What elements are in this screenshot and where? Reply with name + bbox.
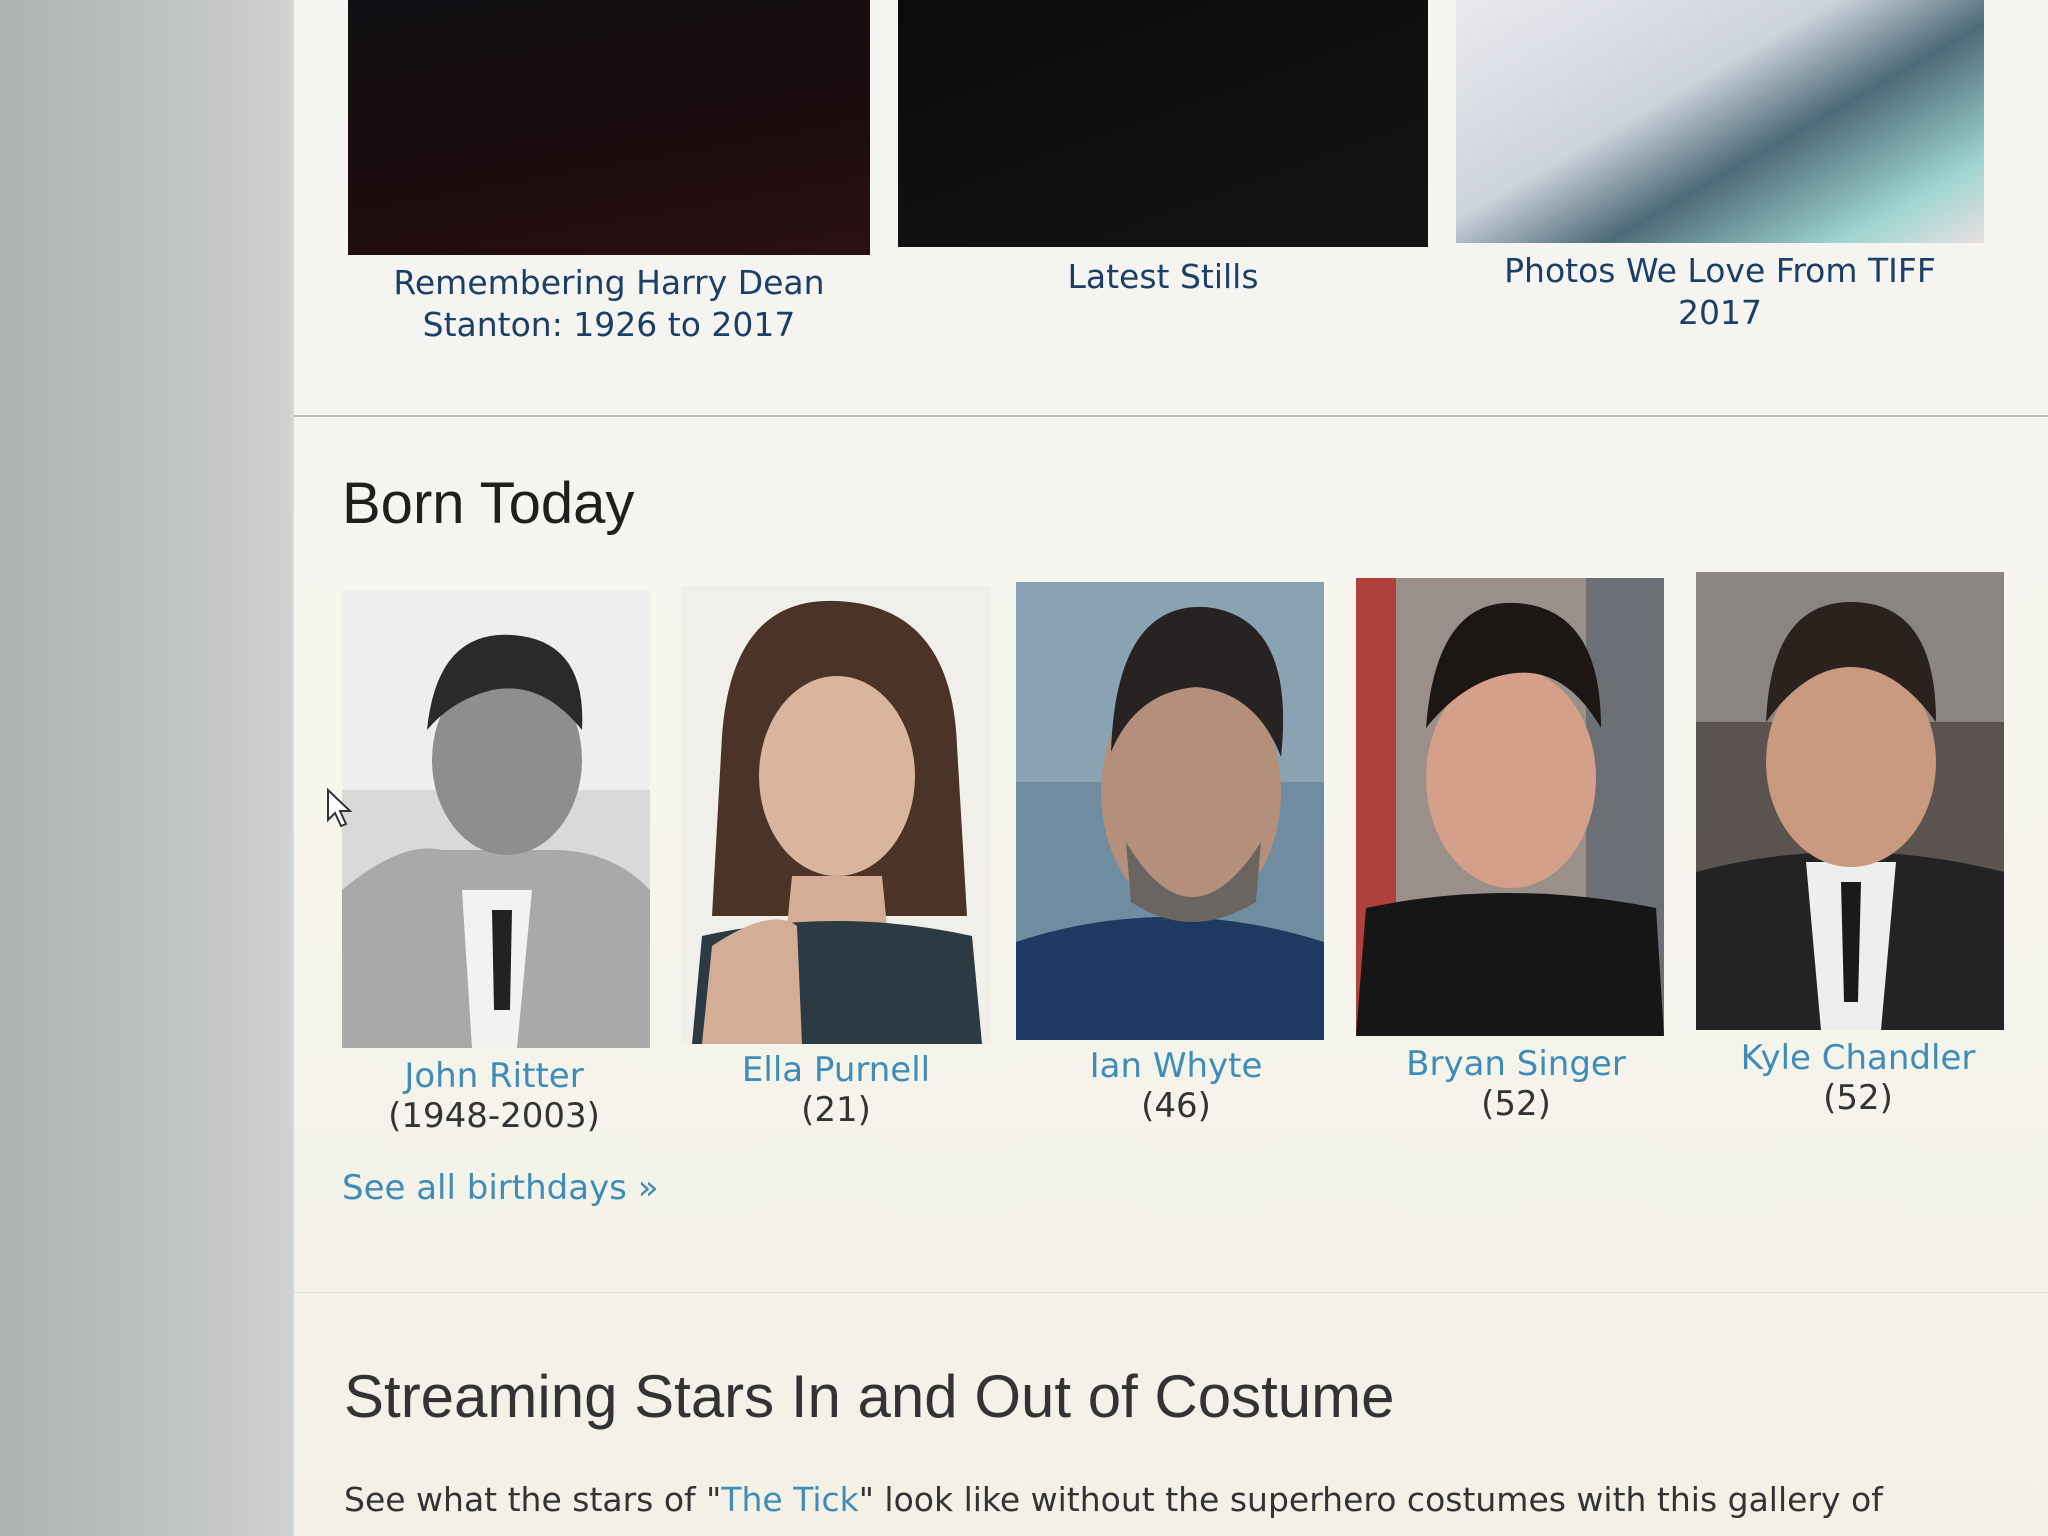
desc-text: See what the stars of " — [344, 1480, 722, 1519]
section-divider — [294, 415, 2048, 417]
person-name-link[interactable]: Kyle Chandler — [1698, 1038, 2018, 1078]
person-photo-kyle-chandler[interactable] — [1696, 572, 2004, 1030]
caption-line[interactable]: 2017 — [1456, 292, 1984, 334]
portrait-image — [682, 586, 990, 1044]
person-age: (21) — [801, 1090, 871, 1130]
caption-line[interactable]: Remembering Harry Dean — [348, 262, 870, 304]
person-photo-bryan-singer[interactable] — [1356, 578, 1664, 1036]
streaming-stars-title: Streaming Stars In and Out of Costume — [344, 1363, 1395, 1430]
gallery-caption-tiff-2017[interactable]: Photos We Love From TIFF 2017 — [1456, 250, 1984, 334]
caption-line[interactable]: Stanton: 1926 to 2017 — [348, 304, 870, 346]
person-name-link[interactable]: Ian Whyte — [1016, 1046, 1336, 1086]
desc-text: " look like without the superhero costum… — [858, 1480, 1883, 1519]
see-all-birthdays-link[interactable]: See all birthdays » — [342, 1168, 659, 1208]
mouse-cursor-icon — [327, 788, 353, 828]
portrait-image — [1356, 578, 1664, 1036]
portrait-image — [1696, 572, 2004, 1030]
caption-line[interactable]: Photos We Love From TIFF — [1456, 250, 1984, 292]
gallery-caption-harry-dean-stanton[interactable]: Remembering Harry Dean Stanton: 1926 to … — [348, 262, 870, 346]
person-photo-john-ritter[interactable] — [342, 590, 650, 1048]
person-photo-ian-whyte[interactable] — [1016, 582, 1324, 1040]
streaming-stars-description: See what the stars of "The Tick" look li… — [344, 1480, 2044, 1519]
person-age: (46) — [1141, 1086, 1211, 1126]
caption-line[interactable]: Latest Stills — [898, 256, 1428, 298]
person-age: (52) — [1823, 1078, 1893, 1118]
person-name-link[interactable]: Bryan Singer — [1356, 1044, 1676, 1084]
section-divider — [294, 1292, 2048, 1293]
the-tick-link[interactable]: The Tick — [721, 1480, 858, 1519]
web-page: Remembering Harry Dean Stanton: 1926 to … — [292, 0, 2048, 1536]
person-lifespan: (1948-2003) — [388, 1096, 600, 1136]
person-age: (52) — [1481, 1084, 1551, 1124]
gallery-image-latest-stills[interactable] — [898, 0, 1428, 247]
born-today-title: Born Today — [342, 471, 635, 536]
portrait-image — [342, 590, 650, 1048]
gallery-image-harry-dean-stanton[interactable] — [348, 0, 870, 255]
gallery-image-tiff-2017[interactable] — [1456, 0, 1984, 243]
gallery-caption-latest-stills[interactable]: Latest Stills — [898, 256, 1428, 298]
person-photo-ella-purnell[interactable] — [682, 586, 990, 1044]
monitor-bezel — [0, 0, 292, 1536]
person-name-link[interactable]: Ella Purnell — [676, 1050, 996, 1090]
portrait-image — [1016, 582, 1324, 1040]
person-name-link[interactable]: John Ritter — [334, 1056, 654, 1096]
